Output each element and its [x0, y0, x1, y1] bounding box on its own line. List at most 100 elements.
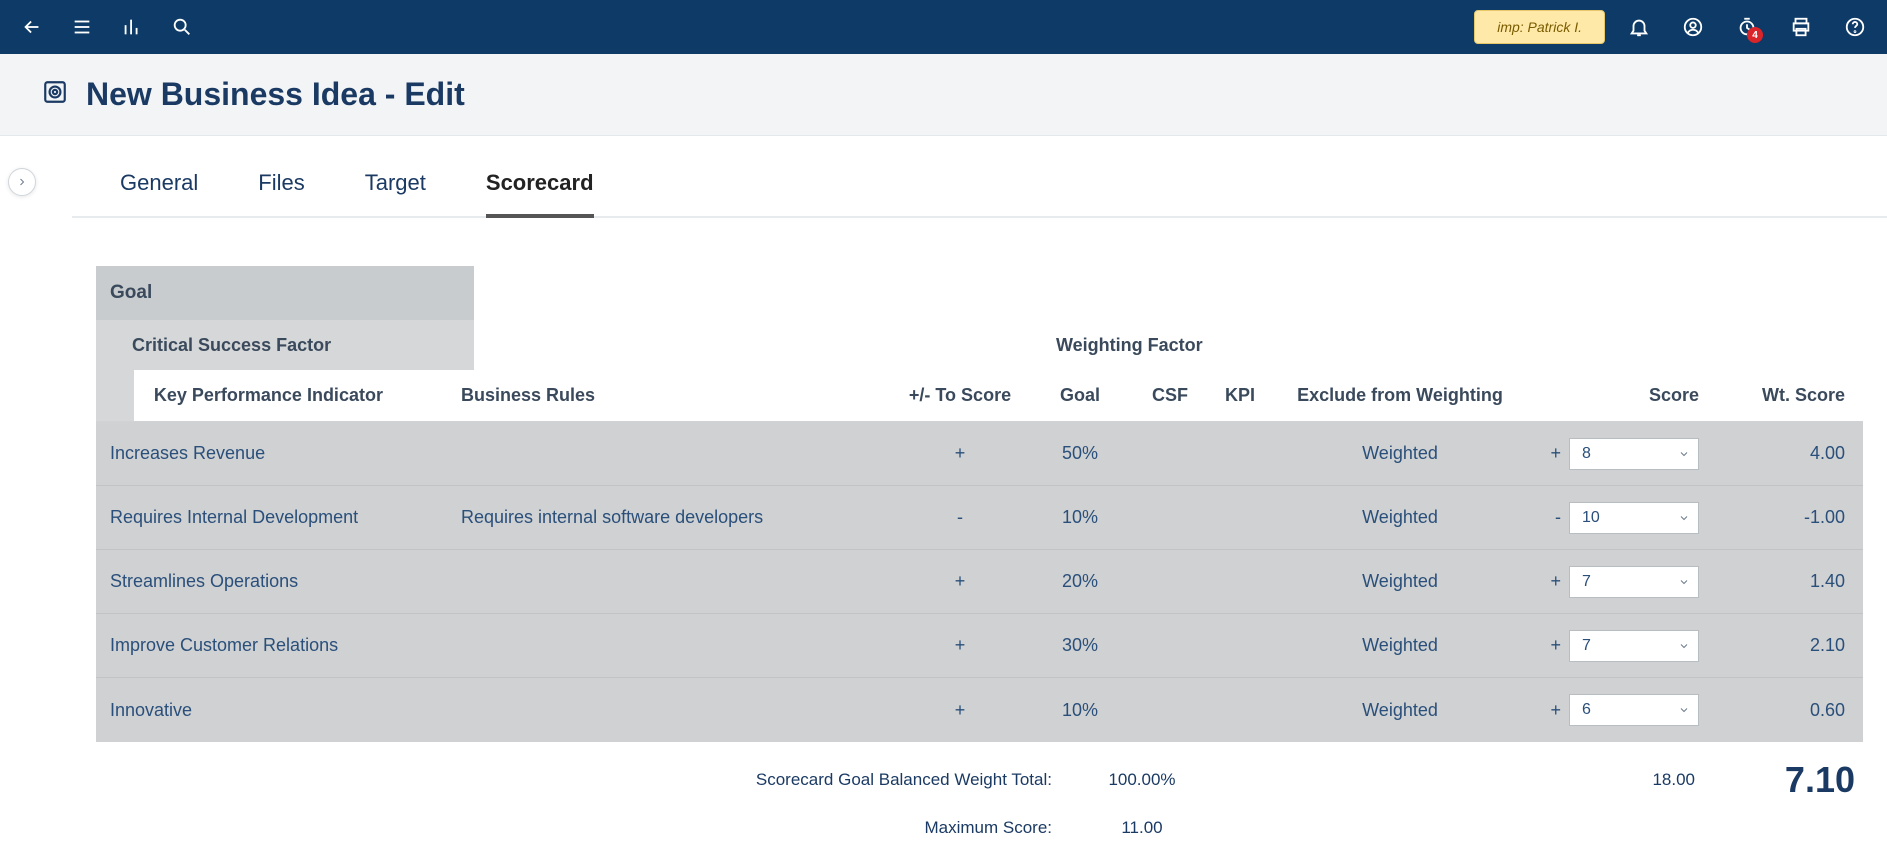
cell-kpi [1205, 694, 1275, 726]
header-kpi: Key Performance Indicator [134, 370, 455, 421]
cell-pm: - [895, 502, 1025, 534]
balanced-value: 100.00% [1082, 770, 1202, 790]
row-name[interactable]: Streamlines Operations [96, 571, 455, 592]
col-csf: CSF [1135, 370, 1205, 421]
cell-rules [455, 630, 895, 662]
notif-count: 4 [1747, 27, 1763, 43]
chevron-down-icon [1678, 704, 1690, 716]
tab-files[interactable]: Files [258, 170, 304, 216]
rows-container: Increases Revenue + 50% Weighted + 8 4.0… [96, 422, 1863, 742]
cell-pm: + [895, 566, 1025, 598]
chart-button[interactable] [112, 7, 152, 47]
score-select[interactable]: 7 [1569, 566, 1699, 598]
topbar-right: imp: Patrick I. 4 [1474, 7, 1875, 47]
score-sign: + [1550, 571, 1561, 592]
max-value: 11.00 [1082, 818, 1202, 838]
topbar: imp: Patrick I. 4 [0, 0, 1887, 54]
cell-score: + 6 [1525, 694, 1705, 726]
cell-exclude: Weighted [1275, 502, 1525, 534]
cell-wt-score: 4.00 [1705, 438, 1855, 470]
chevron-down-icon [1678, 448, 1690, 460]
table-row: Increases Revenue + 50% Weighted + 8 4.0… [96, 422, 1863, 486]
chevron-down-icon [1678, 576, 1690, 588]
table-row: Innovative + 10% Weighted + 6 0.60 [96, 678, 1863, 742]
cell-kpi [1205, 566, 1275, 598]
cell-rules [455, 694, 895, 726]
col-kpi: KPI [1205, 370, 1275, 421]
cell-exclude: Weighted [1275, 630, 1525, 662]
cell-csf [1135, 502, 1205, 534]
score-select[interactable]: 8 [1569, 438, 1699, 470]
table-row: Improve Customer Relations + 30% Weighte… [96, 614, 1863, 678]
score-sign: + [1550, 700, 1561, 721]
totals: Scorecard Goal Balanced Weight Total: 10… [72, 756, 1887, 852]
cell-csf [1135, 694, 1205, 726]
cell-pm: + [895, 438, 1025, 470]
grand-total: 7.10 [1715, 759, 1855, 801]
cell-rules [455, 566, 895, 598]
cell-score: - 10 [1525, 502, 1705, 534]
cell-csf [1135, 630, 1205, 662]
tab-general[interactable]: General [120, 170, 198, 216]
score-select[interactable]: 10 [1569, 502, 1699, 534]
cell-exclude: Weighted [1275, 438, 1525, 470]
col-wt-score: Wt. Score [1705, 370, 1855, 421]
score-select[interactable]: 6 [1569, 694, 1699, 726]
timer-button[interactable]: 4 [1727, 7, 1767, 47]
bell-button[interactable] [1619, 7, 1659, 47]
score-value: 8 [1582, 445, 1591, 463]
cell-exclude: Weighted [1275, 694, 1525, 726]
header-csf-row: Critical Success Factor Weighting Factor [96, 320, 1863, 370]
page-title: New Business Idea - Edit [86, 76, 465, 113]
score-value: 6 [1582, 701, 1591, 719]
cell-exclude: Weighted [1275, 566, 1525, 598]
header-cols-right: Business Rules +/- To Score Goal CSF KPI… [455, 370, 1863, 421]
cell-pm: + [895, 694, 1025, 726]
cell-wt-score: -1.00 [1705, 502, 1855, 534]
page-header: New Business Idea - Edit [0, 54, 1887, 136]
cell-goal: 30% [1025, 630, 1135, 662]
chevron-down-icon [1678, 640, 1690, 652]
search-button[interactable] [162, 7, 202, 47]
chevron-down-icon [1678, 512, 1690, 524]
help-button[interactable] [1835, 7, 1875, 47]
total-balanced-row: Scorecard Goal Balanced Weight Total: 10… [72, 756, 1855, 804]
scorecard-table: Goal Critical Success Factor Weighting F… [96, 266, 1863, 742]
row-name[interactable]: Increases Revenue [96, 443, 455, 464]
cell-wt-score: 1.40 [1705, 566, 1855, 598]
tabs: General Files Target Scorecard [72, 136, 1887, 218]
cell-wt-score: 0.60 [1705, 694, 1855, 726]
col-exclude: Exclude from Weighting [1275, 370, 1525, 421]
cell-goal: 20% [1025, 566, 1135, 598]
header-weighting-factor: Weighting Factor [474, 320, 1863, 370]
cell-pm: + [895, 630, 1025, 662]
score-select[interactable]: 7 [1569, 630, 1699, 662]
header-csf: Critical Success Factor [96, 320, 474, 370]
cell-score: + 8 [1525, 438, 1705, 470]
tab-target[interactable]: Target [365, 170, 426, 216]
tab-scorecard[interactable]: Scorecard [486, 170, 594, 218]
row-name[interactable]: Innovative [96, 700, 455, 721]
total-max-row: Maximum Score: 11.00 [72, 804, 1855, 852]
header-pad [96, 370, 134, 421]
balanced-score: 18.00 [1545, 770, 1715, 790]
account-button[interactable] [1673, 7, 1713, 47]
impersonation-badge[interactable]: imp: Patrick I. [1474, 10, 1605, 44]
cell-goal: 10% [1025, 502, 1135, 534]
cell-csf [1135, 566, 1205, 598]
score-value: 7 [1582, 637, 1591, 655]
score-sign: - [1555, 507, 1561, 528]
print-button[interactable] [1781, 7, 1821, 47]
row-name[interactable]: Requires Internal Development [96, 507, 455, 528]
topbar-left [12, 7, 202, 47]
row-name[interactable]: Improve Customer Relations [96, 635, 455, 656]
cell-score: + 7 [1525, 630, 1705, 662]
cell-kpi [1205, 630, 1275, 662]
cell-score: + 7 [1525, 566, 1705, 598]
score-sign: + [1550, 635, 1561, 656]
cell-goal: 10% [1025, 694, 1135, 726]
cell-kpi [1205, 438, 1275, 470]
menu-button[interactable] [62, 7, 102, 47]
expand-sidebar-handle[interactable] [8, 168, 36, 196]
back-button[interactable] [12, 7, 52, 47]
